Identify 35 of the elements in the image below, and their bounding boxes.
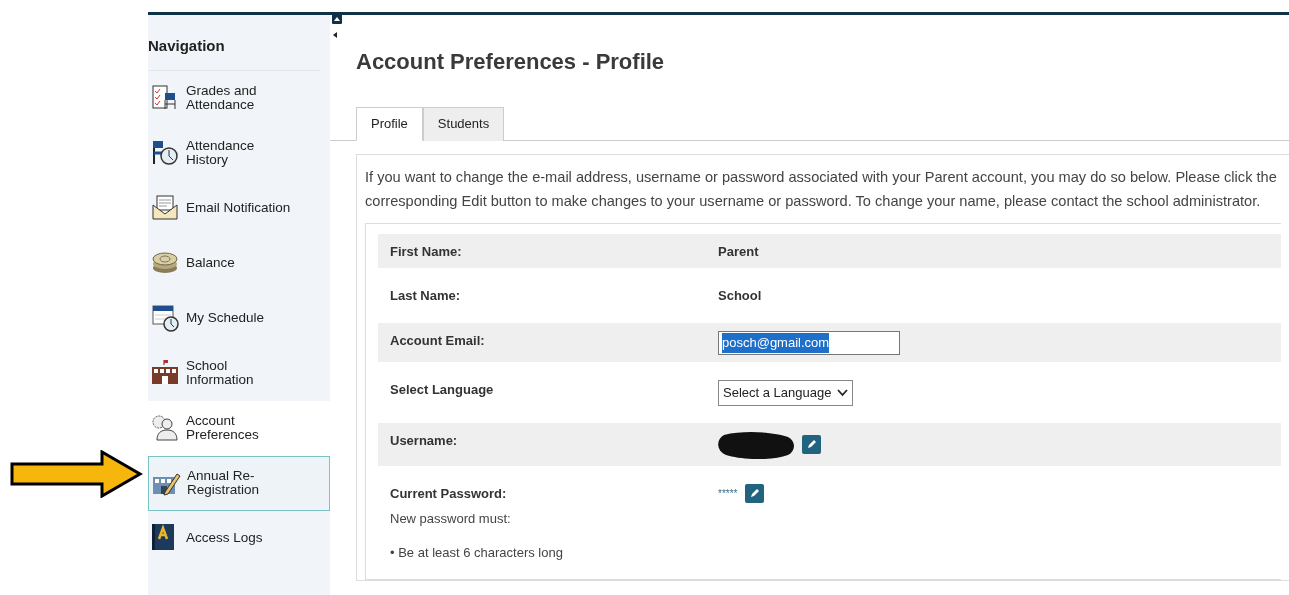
- page-title: Account Preferences - Profile: [356, 49, 666, 76]
- field-label: First Name:: [390, 242, 463, 261]
- field-label: Last Name:: [390, 287, 462, 306]
- field-value: School: [718, 287, 762, 306]
- field-value: Parent: [718, 242, 759, 261]
- chevron-down-icon: [837, 388, 849, 397]
- edit-button[interactable]: [802, 435, 821, 455]
- password-rule-text: • Be at least 6 characters long: [390, 543, 564, 562]
- nav-item[interactable]: Account Preferences: [148, 400, 330, 456]
- nav-item[interactable]: Grades and Attendance: [148, 70, 330, 126]
- nav-item[interactable]: Email Notification: [148, 180, 330, 236]
- tab[interactable]: Students: [422, 107, 505, 141]
- navigation-title: Navigation: [148, 35, 320, 71]
- tab[interactable]: Profile: [356, 107, 423, 141]
- nav-item[interactable]: Access Logs: [148, 510, 330, 566]
- field-label: Account Email:: [390, 331, 486, 350]
- nav-item[interactable]: My Schedule: [148, 290, 330, 346]
- field-label: Current Password:: [390, 484, 508, 503]
- language-dropdown[interactable]: Select a Language: [718, 379, 854, 406]
- nav-item[interactable]: Annual Re-Registration: [148, 455, 330, 511]
- email-field[interactable]: posch@gmail.com: [718, 330, 900, 355]
- pencil-icon: [749, 487, 761, 499]
- envelope-icon: [150, 193, 180, 223]
- nav-item[interactable]: Balance: [148, 235, 330, 291]
- nav-item[interactable]: Attendance History: [148, 125, 330, 181]
- field-label: Username:: [390, 431, 459, 450]
- password-mask: *****: [718, 486, 738, 501]
- instructions-text: If you want to change the e-mail address, username or password associated with your Parent account, you may do so below. Please click the corresponding Edit button to make changes to your username or password. To change your name, please contact the school administrator.: [365, 167, 1278, 211]
- collapse-icon[interactable]: [332, 12, 342, 38]
- nav-item[interactable]: School Information: [148, 345, 330, 401]
- pencil-icon: [806, 439, 817, 451]
- edit-button[interactable]: [745, 483, 765, 503]
- field-label: Select Language: [390, 380, 495, 399]
- user-gear-icon: [150, 413, 180, 443]
- password-rule-text: New password must:: [390, 510, 512, 529]
